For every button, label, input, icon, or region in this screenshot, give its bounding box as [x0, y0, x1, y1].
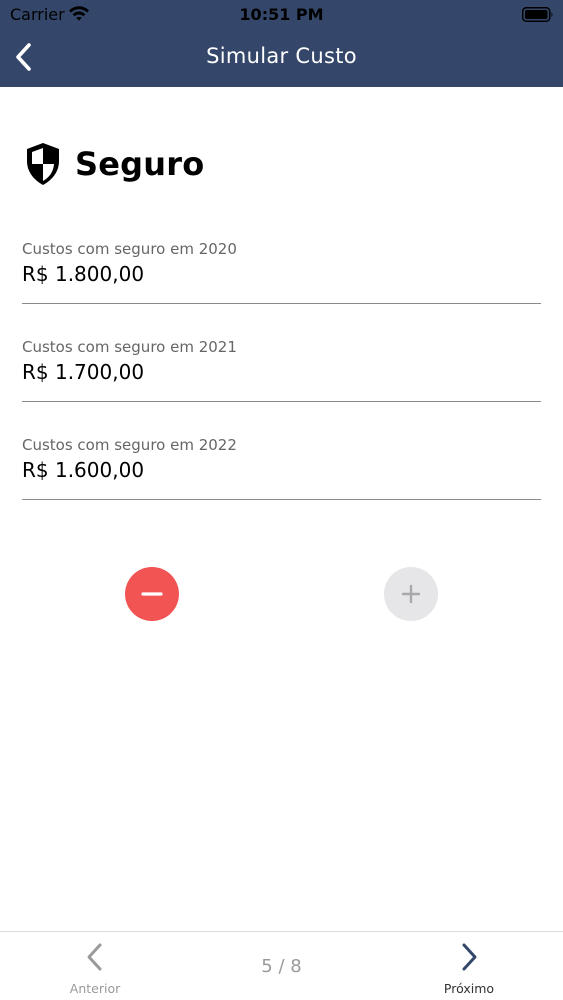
next-label: Próximo — [443, 981, 495, 996]
header: Carrier 10:51 PM Simular Custo — [0, 0, 563, 87]
screen: Carrier 10:51 PM Simular Custo Seguro Cu… — [0, 0, 563, 1000]
section-title: Seguro — [75, 145, 205, 183]
next-button[interactable]: Próximo — [433, 938, 505, 998]
insurance-cost-2022-input[interactable] — [22, 458, 541, 482]
insurance-cost-2021-field[interactable]: Custos com seguro em 2021 — [22, 338, 541, 402]
minus-icon — [141, 592, 163, 596]
page-title: Simular Custo — [206, 44, 357, 68]
bottom-navigation: Anterior 5 / 8 Próximo — [0, 931, 563, 1000]
battery-icon — [522, 7, 553, 22]
field-label: Custos com seguro em 2020 — [22, 240, 237, 258]
nav-bar: Simular Custo — [0, 30, 563, 87]
field-underline — [22, 401, 541, 402]
add-year-button[interactable] — [384, 567, 438, 621]
insurance-cost-2022-field[interactable]: Custos com seguro em 2022 — [22, 436, 541, 500]
insurance-cost-2021-input[interactable] — [22, 360, 541, 384]
field-underline — [22, 499, 541, 500]
section-header: Seguro — [25, 141, 204, 187]
insurance-cost-2020-input[interactable] — [22, 262, 541, 286]
clock: 10:51 PM — [239, 5, 324, 24]
field-label: Custos com seguro em 2021 — [22, 338, 237, 356]
field-label: Custos com seguro em 2022 — [22, 436, 237, 454]
previous-label: Anterior — [69, 981, 121, 996]
shield-icon — [27, 143, 59, 185]
field-underline — [22, 303, 541, 304]
insurance-cost-2020-field[interactable]: Custos com seguro em 2020 — [22, 240, 541, 304]
chevron-right-icon — [462, 943, 477, 971]
status-bar: Carrier 10:51 PM — [0, 0, 563, 30]
plus-icon — [401, 584, 421, 604]
remove-year-button[interactable] — [125, 567, 179, 621]
